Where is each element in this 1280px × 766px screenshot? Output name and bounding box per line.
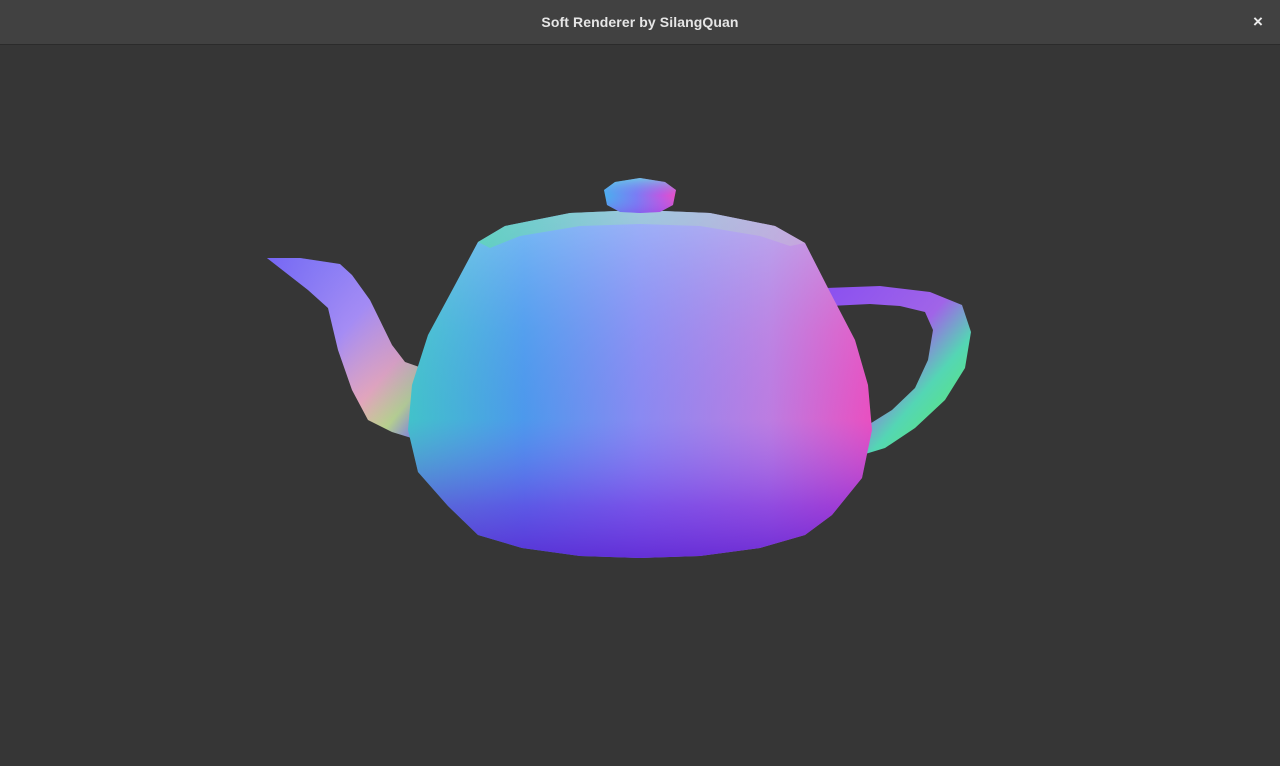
app-window: Soft Renderer by SilangQuan × xyxy=(0,0,1280,766)
window-title: Soft Renderer by SilangQuan xyxy=(541,14,739,30)
title-bar[interactable]: Soft Renderer by SilangQuan × xyxy=(0,0,1280,45)
render-viewport[interactable] xyxy=(0,45,1280,766)
teapot-render xyxy=(267,178,971,558)
close-button[interactable]: × xyxy=(1248,12,1268,32)
